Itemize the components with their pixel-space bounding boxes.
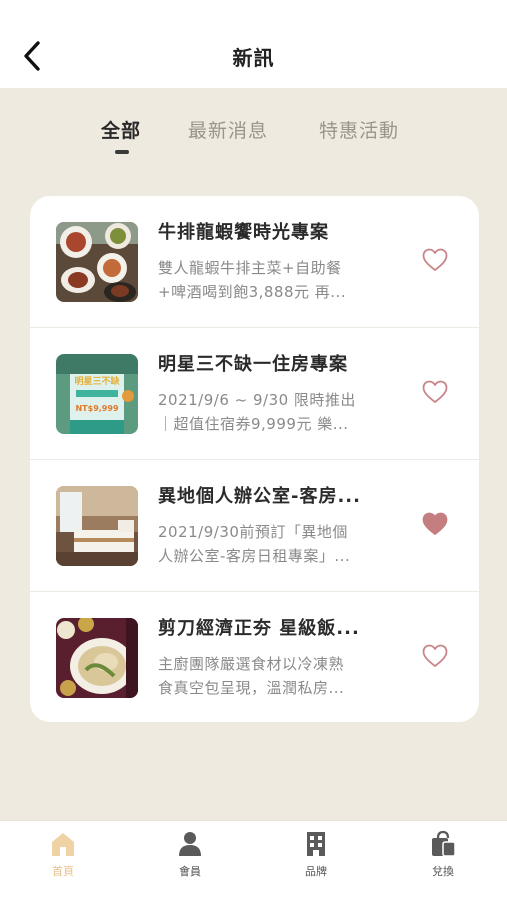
nav-home[interactable]: 首頁 bbox=[23, 829, 103, 889]
heart-outline-icon[interactable] bbox=[422, 644, 448, 668]
news-description-line: 2021/9/30前預訂「異地個 bbox=[158, 523, 348, 541]
svg-text:明星三不缺: 明星三不缺 bbox=[74, 375, 120, 387]
news-description-line: 主廚團隊嚴選食材以冷凍熟 bbox=[158, 655, 345, 673]
list-item[interactable]: 異地個人辦公室-客房... 2021/9/30前預訂「異地個 人辦公室-客房日租… bbox=[30, 460, 479, 592]
news-list: 牛排龍蝦饗時光專案 雙人龍蝦牛排主菜+自助餐 +啤酒喝到飽3,888元 再...… bbox=[30, 196, 479, 722]
nav-member[interactable]: 會員 bbox=[150, 829, 230, 889]
active-tab-indicator bbox=[115, 150, 129, 154]
home-icon bbox=[52, 833, 74, 856]
news-description: 雙人龍蝦牛排主菜+自助餐 +啤酒喝到飽3,888元 再... bbox=[158, 256, 398, 304]
news-description-line: 人辦公室-客房日租專案」... bbox=[158, 547, 351, 565]
news-title: 剪刀經濟正夯 星級飯... bbox=[158, 618, 360, 639]
top-bar: 新訊 bbox=[0, 0, 507, 88]
news-thumbnail: 明星三不缺 NT$9,999 bbox=[56, 354, 138, 434]
list-item[interactable]: 明星三不缺 NT$9,999 明星三不缺一住房專案 2021/9/6 ~ 9/3… bbox=[30, 328, 479, 460]
news-thumbnail bbox=[56, 486, 138, 566]
nav-label: 會員 bbox=[179, 865, 201, 878]
nav-redeem[interactable]: 兌換 bbox=[403, 829, 483, 889]
bottom-navigation: 首頁 會員 品牌 兌換 bbox=[0, 820, 507, 900]
list-item[interactable]: 牛排龍蝦饗時光專案 雙人龍蝦牛排主菜+自助餐 +啤酒喝到飽3,888元 再... bbox=[30, 196, 479, 328]
member-icon bbox=[179, 832, 201, 856]
news-thumbnail bbox=[56, 618, 138, 698]
tab-latest-news[interactable]: 最新消息 bbox=[188, 116, 268, 143]
news-title: 明星三不缺一住房專案 bbox=[158, 354, 348, 375]
heart-outline-icon[interactable] bbox=[422, 248, 448, 272]
heart-outline-icon[interactable] bbox=[422, 380, 448, 404]
heart-filled-icon[interactable] bbox=[422, 512, 448, 536]
news-description-line: 食真空包呈現，溫潤私房... bbox=[158, 679, 345, 697]
nav-label: 品牌 bbox=[305, 865, 327, 878]
tab-all[interactable]: 全部 bbox=[101, 116, 141, 143]
news-description-line: +啤酒喝到飽3,888元 再... bbox=[158, 283, 347, 301]
page-title: 新訊 bbox=[232, 46, 275, 70]
news-description: 2021/9/6 ~ 9/30 限時推出 ｜超值住宿券9,999元 樂... bbox=[158, 388, 398, 436]
news-title: 異地個人辦公室-客房... bbox=[158, 486, 361, 507]
nav-label: 兌換 bbox=[432, 865, 454, 878]
news-title: 牛排龍蝦饗時光專案 bbox=[158, 222, 329, 243]
news-description-line: ｜超值住宿券9,999元 樂... bbox=[158, 415, 349, 433]
building-icon bbox=[307, 832, 325, 856]
shopping-bag-icon bbox=[432, 830, 456, 857]
news-thumbnail bbox=[56, 222, 138, 302]
news-description-line: 雙人龍蝦牛排主菜+自助餐 bbox=[158, 259, 342, 277]
news-description: 2021/9/30前預訂「異地個 人辦公室-客房日租專案」... bbox=[158, 520, 398, 568]
news-description-line: 2021/9/6 ~ 9/30 限時推出 bbox=[158, 391, 356, 409]
svg-text:NT$9,999: NT$9,999 bbox=[75, 404, 118, 413]
nav-label: 首頁 bbox=[52, 865, 74, 878]
news-description: 主廚團隊嚴選食材以冷凍熟 食真空包呈現，溫潤私房... bbox=[158, 652, 398, 700]
category-tabs: 全部 最新消息 特惠活動 bbox=[0, 112, 507, 162]
nav-brand[interactable]: 品牌 bbox=[276, 829, 356, 889]
list-item[interactable]: 剪刀經濟正夯 星級飯... 主廚團隊嚴選食材以冷凍熟 食真空包呈現，溫潤私房..… bbox=[30, 592, 479, 722]
tab-special-offers[interactable]: 特惠活動 bbox=[319, 116, 399, 143]
